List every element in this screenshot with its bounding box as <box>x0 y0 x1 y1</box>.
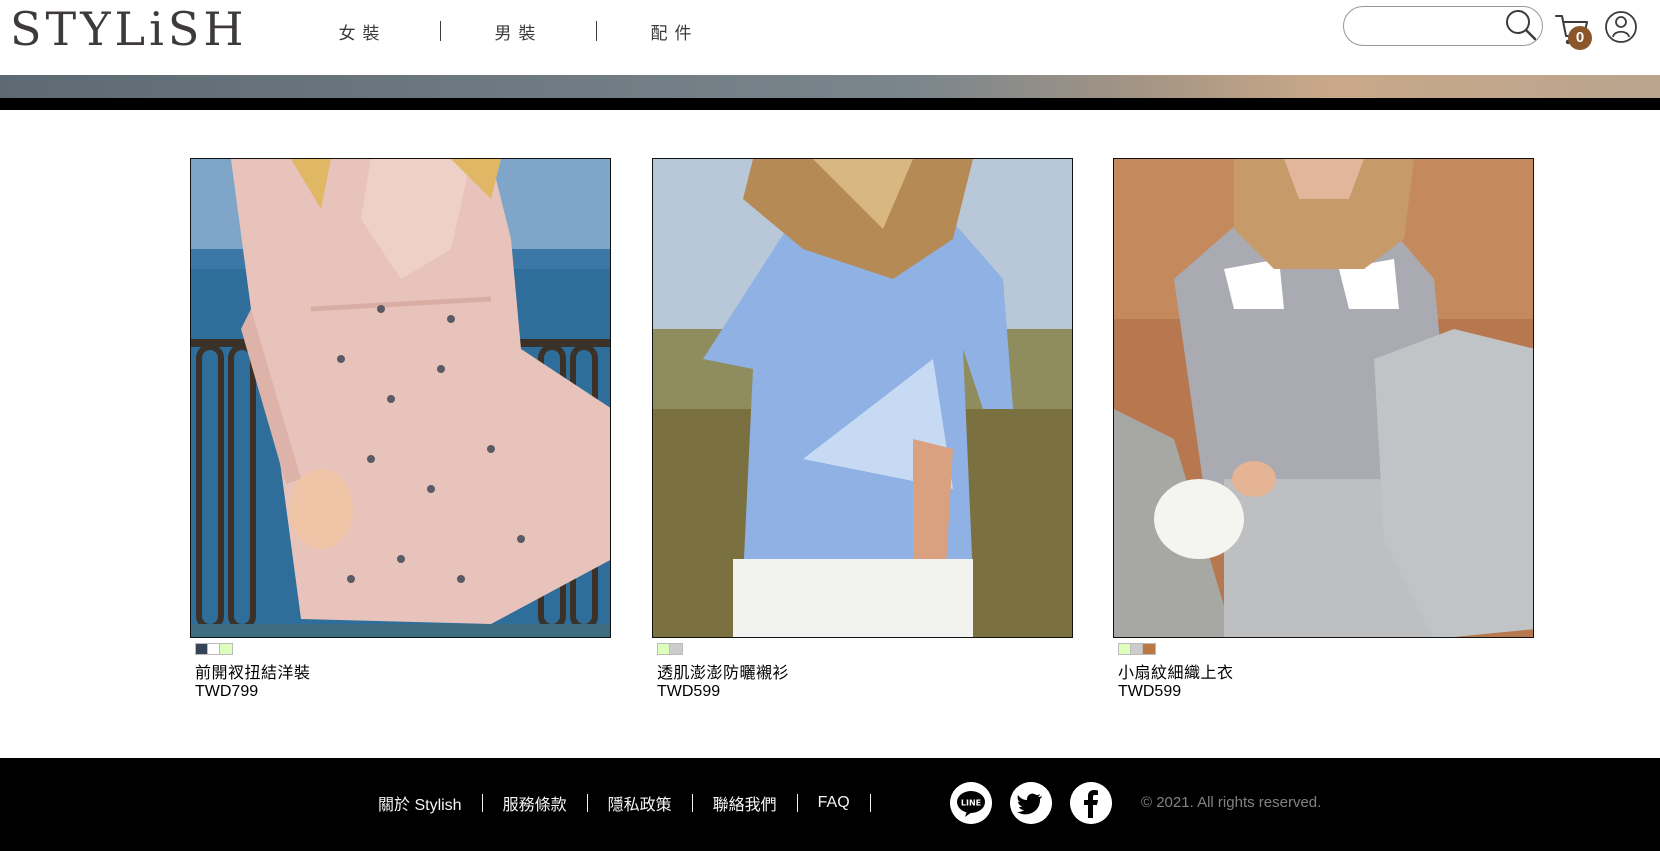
product-price: TWD599 <box>657 683 721 700</box>
banner-divider <box>0 98 1660 110</box>
footer-links: 關於 Stylish 服務條款 隱私政策 聯絡我們 FAQ <box>378 788 871 818</box>
twitter-icon[interactable] <box>1010 782 1052 824</box>
color-swatches <box>195 643 233 655</box>
site-footer: 關於 Stylish 服務條款 隱私政策 聯絡我們 FAQ LINE © 202… <box>0 758 1660 851</box>
product-card[interactable]: 前開衩扭結洋裝 TWD799 <box>190 158 611 700</box>
product-photo-dress <box>191 159 610 637</box>
color-swatch[interactable] <box>670 644 682 654</box>
color-swatches <box>657 643 683 655</box>
footer-link-terms[interactable]: 服務條款 <box>483 791 587 815</box>
footer-link-faq[interactable]: FAQ <box>798 794 870 812</box>
color-swatch[interactable] <box>1131 644 1143 654</box>
product-title[interactable]: 前開衩扭結洋裝 <box>195 665 611 683</box>
product-title[interactable]: 小扇紋細織上衣 <box>1118 665 1534 683</box>
cart-count-badge: 0 <box>1568 26 1592 50</box>
color-swatches <box>1118 643 1156 655</box>
nav-accessories[interactable]: 配件 <box>597 19 752 44</box>
site-header: STYLiSH 女裝 男裝 配件 0 <box>0 0 1660 75</box>
product-price: TWD799 <box>195 683 259 700</box>
nav-men[interactable]: 男裝 <box>441 19 596 44</box>
color-swatch[interactable] <box>1119 644 1131 654</box>
product-image[interactable] <box>190 158 611 638</box>
footer-divider <box>869 794 871 812</box>
product-photo-top <box>1114 159 1533 637</box>
member-icon[interactable] <box>1604 10 1638 44</box>
product-title[interactable]: 透肌澎澎防曬襯衫 <box>657 665 1073 683</box>
product-image[interactable] <box>1113 158 1534 638</box>
product-photo-shirt <box>653 159 1072 637</box>
footer-link-about[interactable]: 關於 Stylish <box>378 791 482 815</box>
product-card[interactable]: 小扇紋細織上衣 TWD599 <box>1113 158 1534 700</box>
color-swatch[interactable] <box>208 644 220 654</box>
line-icon[interactable]: LINE <box>950 782 992 824</box>
hero-banner[interactable] <box>0 75 1660 98</box>
footer-link-contact[interactable]: 聯絡我們 <box>693 791 797 815</box>
product-image[interactable] <box>652 158 1073 638</box>
color-swatch[interactable] <box>658 644 670 654</box>
nav-women[interactable]: 女裝 <box>285 19 440 44</box>
product-card[interactable]: 透肌澎澎防曬襯衫 TWD599 <box>652 158 1073 700</box>
svg-text:LINE: LINE <box>961 799 981 808</box>
site-logo[interactable]: STYLiSH <box>10 4 247 54</box>
color-swatch[interactable] <box>220 644 232 654</box>
color-swatch[interactable] <box>1143 644 1155 654</box>
copyright-text: © 2021. All rights reserved. <box>1141 794 1322 811</box>
color-swatch[interactable] <box>196 644 208 654</box>
search-input[interactable] <box>1358 15 1498 37</box>
footer-link-privacy[interactable]: 隱私政策 <box>588 791 692 815</box>
category-nav: 女裝 男裝 配件 <box>285 16 752 46</box>
search-icon[interactable] <box>1504 8 1538 42</box>
facebook-icon[interactable] <box>1070 782 1112 824</box>
product-price: TWD599 <box>1118 683 1182 700</box>
